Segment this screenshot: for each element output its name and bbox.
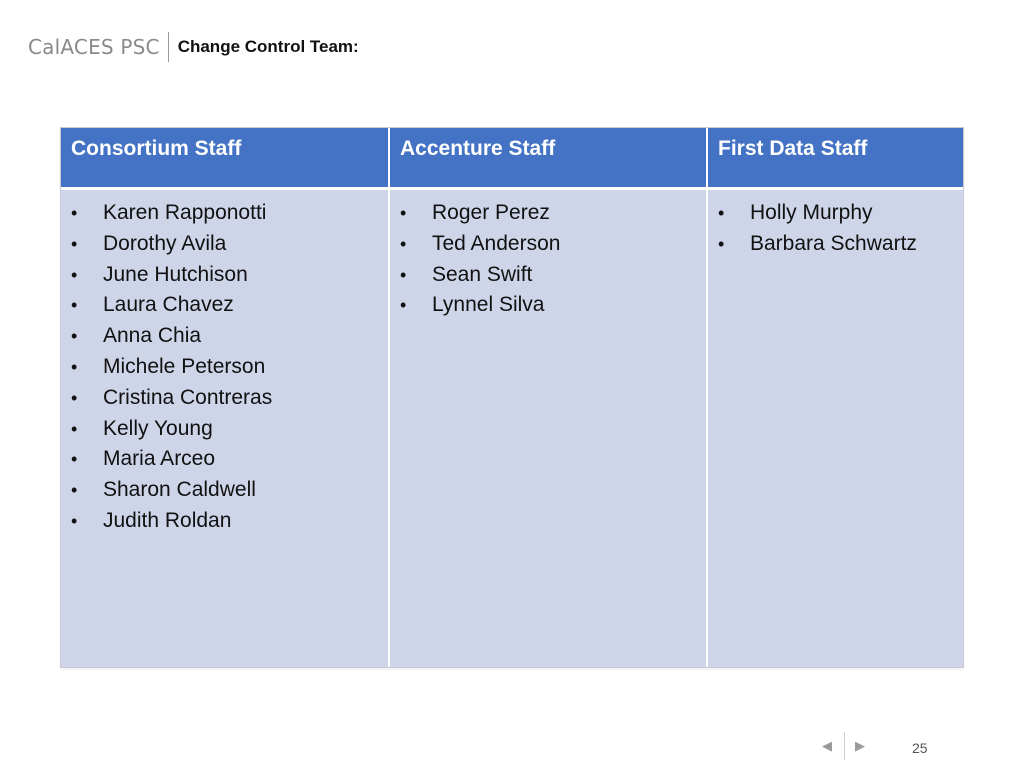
bullet-icon: • xyxy=(71,480,78,501)
member-name: Maria Arceo xyxy=(103,447,216,471)
member-name: Holly Murphy xyxy=(750,201,873,224)
staff-table: Consortium Staff Accenture Staff First D… xyxy=(60,127,964,668)
list-item: • Lynnel Silva xyxy=(400,290,696,321)
accenture-staff-cell: • Roger Perez • Ted Anderson • Sean Swift • Lyn… xyxy=(389,188,708,667)
slide-header: CalACES PSC Change Control Team: xyxy=(28,32,359,62)
member-name: June Hutchison xyxy=(103,262,248,286)
list-item: • Michele Peterson xyxy=(71,352,378,383)
list-item: • Laura Chavez xyxy=(71,290,378,321)
member-name: Dorothy Avila xyxy=(103,231,227,255)
list-item: • Cristina Contreras xyxy=(71,383,378,414)
table-body-row: • Karen Rapponotti • Dorothy Avila • June Hut… xyxy=(61,188,963,667)
member-name: Karen Rapponotti xyxy=(103,201,267,224)
list-item: • Kelly Young xyxy=(71,414,378,445)
bullet-icon: • xyxy=(400,295,407,316)
column-header-accenture: Accenture Staff xyxy=(389,128,708,190)
member-list: • Karen Rapponotti • Dorothy Avila • June Hut… xyxy=(71,198,378,537)
list-item: • Roger Perez xyxy=(400,198,696,229)
table-header-row: Consortium Staff Accenture Staff First D… xyxy=(61,128,963,190)
bullet-icon: • xyxy=(718,233,725,254)
list-item: • Judith Roldan xyxy=(71,506,378,537)
list-item: • June Hutchison xyxy=(71,260,378,291)
member-name: Kelly Young xyxy=(103,416,213,440)
page-number: 25 xyxy=(912,740,928,756)
member-name: Cristina Contreras xyxy=(103,385,273,409)
nav-divider xyxy=(844,732,845,760)
member-name: Barbara Schwartz xyxy=(750,231,917,255)
bullet-icon: • xyxy=(400,233,407,254)
list-item: • Barbara Schwartz xyxy=(718,229,953,260)
list-item: • Maria Arceo xyxy=(71,444,378,475)
list-item: • Dorothy Avila xyxy=(71,229,378,260)
previous-slide-icon[interactable]: ◀ xyxy=(822,738,832,754)
member-name: Sean Swift xyxy=(432,262,533,286)
list-item: • Anna Chia xyxy=(71,321,378,352)
list-item: • Karen Rapponotti xyxy=(71,198,378,229)
member-name: Anna Chia xyxy=(103,324,202,348)
bullet-icon: • xyxy=(71,449,78,470)
member-list: • Holly Murphy • Barbara Schwartz xyxy=(718,198,953,260)
list-item: • Sean Swift xyxy=(400,260,696,291)
bullet-icon: • xyxy=(71,295,78,316)
member-name: Michele Peterson xyxy=(103,354,266,378)
member-name: Judith Roldan xyxy=(103,508,232,532)
bullet-icon: • xyxy=(718,203,725,223)
member-name: Ted Anderson xyxy=(432,231,561,255)
bullet-icon: • xyxy=(71,387,78,408)
bullet-icon: • xyxy=(71,233,78,254)
bullet-icon: • xyxy=(400,264,407,285)
member-name: Roger Perez xyxy=(432,201,550,224)
next-slide-icon[interactable]: ▶ xyxy=(855,738,865,754)
column-header-consortium: Consortium Staff xyxy=(61,128,390,190)
bullet-icon: • xyxy=(71,418,78,439)
list-item: • Ted Anderson xyxy=(400,229,696,260)
slide-navigation: ◀ ▶ xyxy=(822,731,865,761)
member-name: Sharon Caldwell xyxy=(103,478,256,502)
slide-title: Change Control Team: xyxy=(177,37,359,56)
member-list: • Roger Perez • Ted Anderson • Sean Swift • Lyn… xyxy=(400,198,696,321)
bullet-icon: • xyxy=(71,203,78,223)
bullet-icon: • xyxy=(71,510,78,531)
consortium-staff-cell: • Karen Rapponotti • Dorothy Avila • June Hut… xyxy=(61,188,390,667)
member-name: Laura Chavez xyxy=(103,293,234,317)
bullet-icon: • xyxy=(400,203,407,223)
member-name: Lynnel Silva xyxy=(432,293,545,317)
brand-logo: CalACES PSC xyxy=(28,35,160,59)
header-divider xyxy=(167,32,169,62)
list-item: • Holly Murphy xyxy=(718,198,953,229)
list-item: • Sharon Caldwell xyxy=(71,475,378,506)
bullet-icon: • xyxy=(71,326,78,347)
bullet-icon: • xyxy=(71,264,78,285)
first-data-staff-cell: • Holly Murphy • Barbara Schwartz xyxy=(707,188,963,667)
bullet-icon: • xyxy=(71,356,78,377)
column-header-first-data: First Data Staff xyxy=(707,128,963,190)
